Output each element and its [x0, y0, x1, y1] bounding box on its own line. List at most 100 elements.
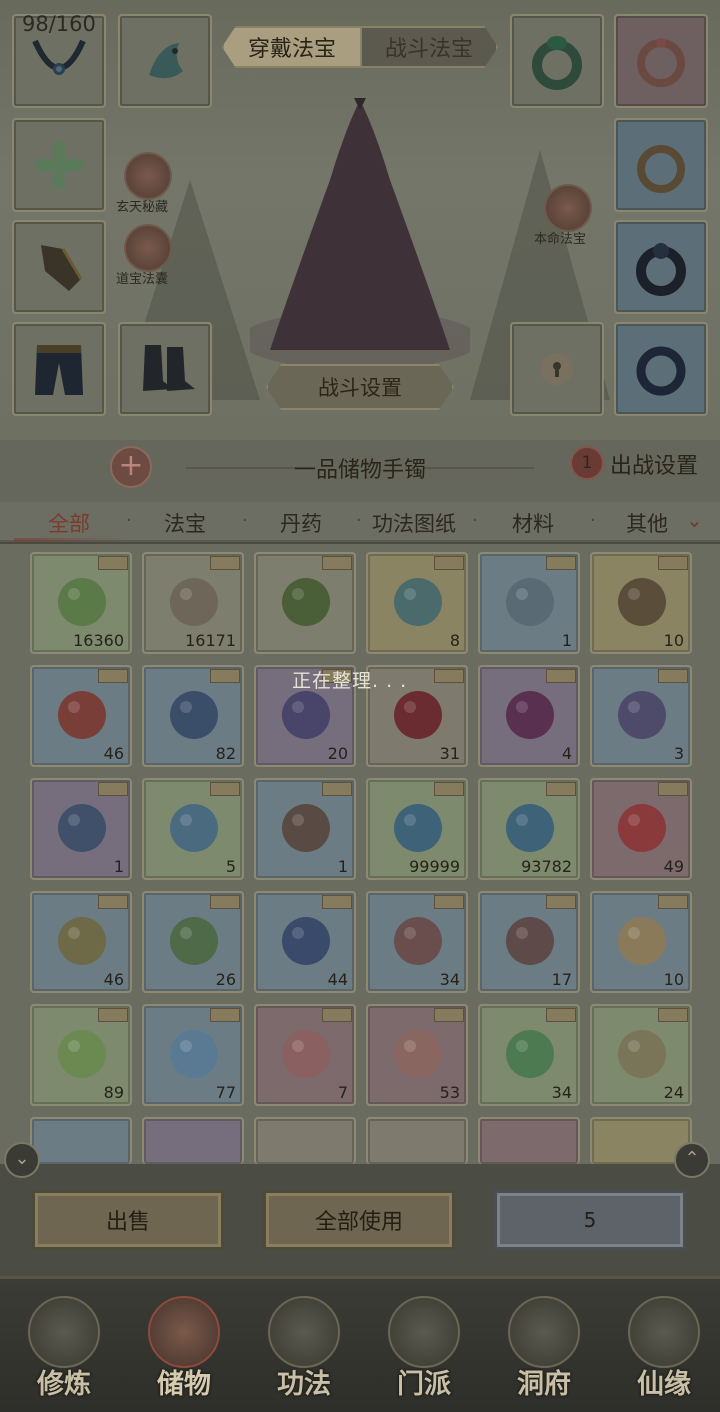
scroll-down-button[interactable]: ⌄ — [4, 1142, 40, 1178]
techniques-icon — [268, 1296, 340, 1368]
nav-destiny[interactable]: 仙缘 — [614, 1296, 714, 1406]
item-icon — [170, 804, 218, 852]
gauntlet-slot[interactable] — [12, 220, 106, 314]
blue-ring-slot[interactable] — [614, 322, 708, 416]
item-slot[interactable]: 10 — [590, 552, 692, 654]
item-slot[interactable]: 89 — [30, 1004, 132, 1106]
boots-slot[interactable] — [118, 322, 212, 416]
nav-sect[interactable]: 门派 — [374, 1296, 474, 1406]
nav-label: 洞府 — [517, 1369, 571, 1400]
tab-treasure[interactable]: 法宝 — [164, 508, 206, 538]
sell-button[interactable]: 出售 — [32, 1190, 224, 1250]
item-slot[interactable]: 16360 — [30, 552, 132, 654]
item-slot[interactable]: 1 — [254, 778, 356, 880]
item-count: 34 — [439, 970, 460, 989]
item-slot[interactable]: 49 — [590, 778, 692, 880]
dark-ring-slot[interactable] — [614, 220, 708, 314]
battle-settings-button[interactable]: 战斗设置 — [266, 364, 454, 410]
use-all-button[interactable]: 全部使用 — [263, 1190, 455, 1250]
item-slot[interactable]: 99999 — [366, 778, 468, 880]
item-count: 26 — [215, 970, 236, 989]
add-slot-button[interactable] — [12, 118, 106, 212]
item-icon — [506, 578, 554, 626]
red-ring-slot[interactable] — [614, 14, 708, 108]
separator-dot: · — [590, 510, 596, 531]
item-slot[interactable] — [254, 1117, 356, 1164]
item-count: 20 — [327, 744, 348, 763]
item-slot[interactable] — [30, 1117, 132, 1164]
item-slot[interactable]: 26 — [142, 891, 244, 993]
item-slot[interactable] — [366, 1117, 468, 1164]
item-slot[interactable]: 34 — [478, 1004, 580, 1106]
tab-battle-treasure[interactable]: 战斗法宝 — [360, 26, 498, 68]
equip-tabs: 穿戴法宝 战斗法宝 — [222, 26, 498, 68]
nav-label: 仙缘 — [637, 1369, 691, 1400]
item-slot[interactable]: 5 — [142, 778, 244, 880]
item-slot[interactable]: 82 — [142, 665, 244, 767]
item-slot[interactable]: 1 — [478, 552, 580, 654]
item-icon — [394, 578, 442, 626]
nav-cave[interactable]: 洞府 — [494, 1296, 594, 1406]
tab-materials[interactable]: 材料 — [512, 508, 554, 538]
quantity-input[interactable]: 5 — [494, 1190, 686, 1250]
fish-talisman-slot[interactable] — [118, 14, 212, 108]
destiny-icon — [628, 1296, 700, 1368]
locked-slot[interactable] — [510, 322, 604, 416]
item-slot[interactable]: 34 — [366, 891, 468, 993]
item-slot[interactable]: 17 — [478, 891, 580, 993]
tab-pills[interactable]: 丹药 — [280, 508, 322, 538]
item-count: 89 — [103, 1083, 124, 1102]
nav-storage[interactable]: 储物 — [134, 1296, 234, 1406]
tab-others[interactable]: 其他 — [626, 508, 668, 538]
natal-treasure-button[interactable] — [544, 184, 592, 232]
item-slot[interactable]: 10 — [590, 891, 692, 993]
tab-all[interactable]: 全部 — [48, 508, 90, 538]
item-icon — [618, 578, 666, 626]
item-count: 46 — [103, 744, 124, 763]
item-slot[interactable]: 93782 — [478, 778, 580, 880]
treasure-pouch-button[interactable] — [124, 224, 172, 272]
item-icon — [58, 1030, 106, 1078]
scroll-up-button[interactable]: ⌃ — [674, 1142, 710, 1178]
item-count: 8 — [449, 631, 460, 650]
item-count: 24 — [663, 1083, 684, 1102]
secret-treasury-button[interactable] — [124, 152, 172, 200]
item-icon — [394, 917, 442, 965]
tab-worn-treasure[interactable]: 穿戴法宝 — [222, 26, 360, 68]
item-slot[interactable]: 3 — [590, 665, 692, 767]
item-icon — [282, 1030, 330, 1078]
item-slot[interactable]: 46 — [30, 665, 132, 767]
item-slot[interactable]: 7 — [254, 1004, 356, 1106]
item-slot[interactable]: 16171 — [142, 552, 244, 654]
item-slot[interactable]: 4 — [478, 665, 580, 767]
item-icon — [618, 691, 666, 739]
sortie-settings-button[interactable]: 出战设置 — [610, 448, 698, 480]
lock-icon — [541, 353, 573, 385]
item-count: 99999 — [409, 857, 460, 876]
item-slot[interactable]: 77 — [142, 1004, 244, 1106]
nav-cultivation[interactable]: 修炼 — [14, 1296, 114, 1406]
item-slot[interactable] — [254, 552, 356, 654]
item-icon — [170, 578, 218, 626]
chevron-down-icon[interactable]: ⌄ — [686, 508, 703, 532]
item-slot[interactable]: 46 — [30, 891, 132, 993]
pants-slot[interactable] — [12, 322, 106, 416]
item-slot[interactable] — [142, 1117, 244, 1164]
item-count: 1 — [337, 857, 348, 876]
red-ring-icon — [637, 38, 685, 87]
item-slot[interactable]: 8 — [366, 552, 468, 654]
dragon-ring-slot[interactable] — [614, 118, 708, 212]
item-slot[interactable]: 53 — [366, 1004, 468, 1106]
active-category-underline — [14, 538, 130, 542]
item-slot[interactable]: 44 — [254, 891, 356, 993]
item-slot[interactable]: 1 — [30, 778, 132, 880]
item-count: 4 — [561, 744, 572, 763]
nav-techniques[interactable]: 功法 — [254, 1296, 354, 1406]
item-icon — [618, 1030, 666, 1078]
tab-techniques[interactable]: 功法图纸 — [372, 508, 456, 538]
separator-dot: · — [472, 510, 478, 531]
item-slot[interactable]: 24 — [590, 1004, 692, 1106]
separator-dot: · — [126, 510, 132, 531]
jade-ring-slot[interactable] — [510, 14, 604, 108]
item-slot[interactable] — [478, 1117, 580, 1164]
